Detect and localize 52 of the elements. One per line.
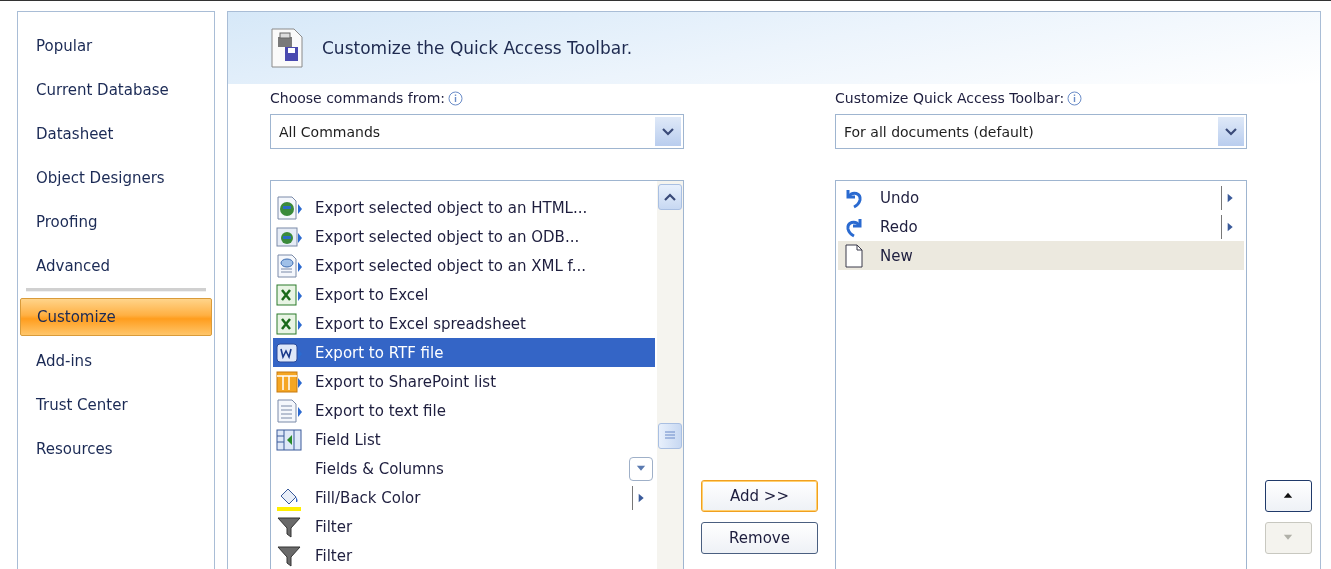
toolbar-dropdown[interactable]: For all documents (default) [835,114,1247,149]
command-item[interactable]: Export to Excel spreadsheet [273,309,655,338]
info-icon [1067,90,1083,106]
sidebar-item[interactable]: Customize [20,298,212,336]
toolbar-item[interactable]: Undo [838,183,1244,212]
command-item[interactable]: Export to RTF file [273,338,655,367]
command-item[interactable]: Export to text file [273,396,655,425]
chevron-down-icon [1225,127,1237,136]
scroll-up-button[interactable] [658,184,682,210]
command-item[interactable]: Export to SharePoint list [273,367,655,396]
sidebar-item[interactable]: Popular [20,24,212,68]
grip-icon [664,431,676,441]
scrollbar[interactable] [657,181,683,569]
command-item[interactable]: Fields & Columns [273,454,655,483]
dropdown-button[interactable] [655,117,681,146]
command-item[interactable]: Filter [273,512,655,541]
sidebar-item[interactable]: Trust Center [20,383,212,427]
add-button[interactable]: Add >> [701,480,818,512]
dropdown-button[interactable] [1218,117,1244,146]
command-dropdown-button[interactable] [629,456,653,481]
commands-dropdown[interactable]: All Commands [270,114,684,149]
chevron-up-icon [664,193,676,201]
remove-button[interactable]: Remove [701,522,818,554]
toolbar-label: Customize Quick Access Toolbar: [835,90,1065,106]
sidebar-item[interactable]: Proofing [20,200,212,244]
toolbar-item[interactable]: New [838,241,1244,270]
dropdown-value: For all documents (default) [844,123,1034,140]
xml-document-icon [275,251,303,280]
command-item[interactable]: Field List [273,425,655,454]
toolbar-item[interactable]: Redo [838,212,1244,241]
commands-label: Choose commands from: [270,90,446,106]
info-icon [448,90,464,106]
command-item[interactable]: Export to Excel [273,280,655,309]
command-item[interactable]: Export selected object to an XML f... [273,251,655,280]
command-item[interactable]: Fill/Back Color [273,483,655,512]
header-title: Customize the Quick Access Toolbar. [322,38,633,58]
text-file-icon [275,396,303,425]
sidebar-item[interactable]: Datasheet [20,112,212,156]
dropdown-value: All Commands [279,123,381,140]
chevron-down-icon [662,127,674,136]
triangle-up-icon [1282,491,1294,501]
command-item[interactable]: Filter [273,541,655,569]
sidebar-item[interactable]: Object Designers [20,156,212,200]
command-item[interactable]: Export selected object to an ODB... [273,222,655,251]
sidebar-item[interactable]: Current Database [20,68,212,112]
sidebar-item[interactable]: Add-ins [20,339,212,383]
sidebar-item[interactable]: Advanced [20,244,212,288]
scroll-thumb[interactable] [658,423,682,449]
document-icon [844,243,864,268]
command-item[interactable]: Export selected object to an HTML... [273,193,655,222]
sidebar-item[interactable]: Resources [20,427,212,471]
move-up-button[interactable] [1264,480,1312,512]
